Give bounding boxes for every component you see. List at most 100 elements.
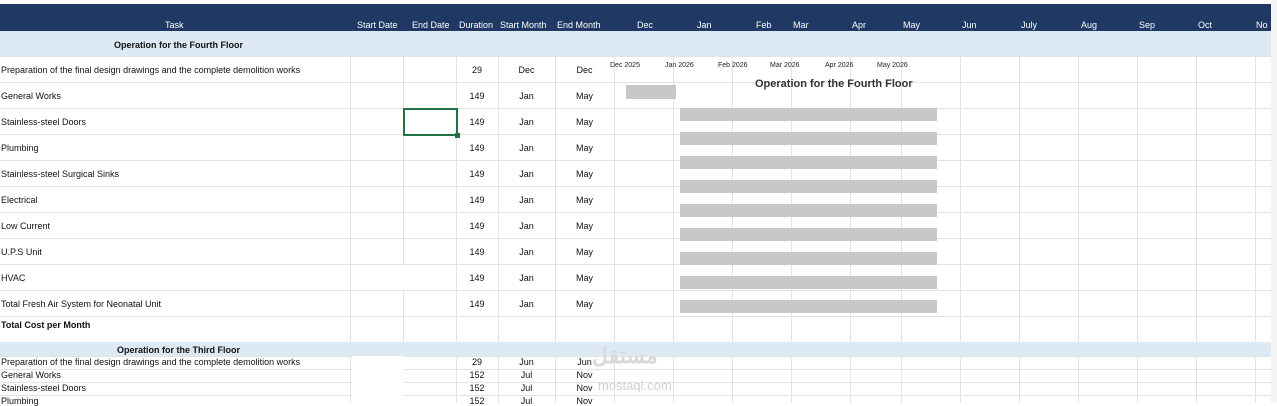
header-month-oct[interactable]: Oct [1198, 20, 1212, 30]
header-month-feb[interactable]: Feb [756, 20, 772, 30]
duration-cell[interactable]: 152 [456, 370, 498, 380]
start-month-cell[interactable]: Jan [498, 117, 555, 127]
grid-hline [0, 212, 1277, 213]
header-month-jan[interactable]: Jan [697, 20, 712, 30]
total-cost-label[interactable]: Total Cost per Month [1, 320, 90, 330]
header-month-apr[interactable]: Apr [852, 20, 866, 30]
task-cell[interactable]: Stainless-steel Doors [1, 383, 86, 393]
task-cell[interactable]: General Works [1, 370, 61, 380]
end-month-cell[interactable]: Nov [555, 396, 614, 406]
start-month-cell[interactable]: Jan [498, 273, 555, 283]
end-month-cell[interactable]: May [555, 117, 614, 127]
task-cell[interactable]: Low Current [1, 221, 50, 231]
task-cell[interactable]: HVAC [1, 273, 25, 283]
vertical-scrollbar[interactable] [1271, 0, 1277, 403]
gantt-bar[interactable] [680, 180, 937, 193]
header-duration[interactable]: Duration [459, 20, 493, 30]
task-cell[interactable]: Electrical [1, 195, 38, 205]
task-cell[interactable]: General Works [1, 91, 61, 101]
chart-axis-label: Dec 2025 [610, 62, 640, 69]
task-cell[interactable]: Preparation of the final design drawings… [1, 357, 300, 367]
start-month-cell[interactable]: Jan [498, 299, 555, 309]
end-month-cell[interactable]: May [555, 91, 614, 101]
start-month-cell[interactable]: Jan [498, 221, 555, 231]
gantt-bar[interactable] [626, 85, 676, 99]
duration-cell[interactable]: 149 [456, 247, 498, 257]
spreadsheet[interactable]: Task Start Date End Date Duration Start … [0, 0, 1277, 406]
duration-cell[interactable]: 149 [456, 299, 498, 309]
duration-cell[interactable]: 149 [456, 117, 498, 127]
header-task[interactable]: Task [165, 20, 184, 30]
gantt-bar[interactable] [680, 132, 937, 145]
header-start-month[interactable]: Start Month [500, 20, 547, 30]
header-month-may[interactable]: May [903, 20, 920, 30]
start-month-cell[interactable]: Jan [498, 143, 555, 153]
header-end-date[interactable]: End Date [412, 20, 450, 30]
task-cell[interactable]: U.P.S Unit [1, 247, 42, 257]
gantt-bar[interactable] [680, 204, 937, 217]
header-month-dec[interactable]: Dec [637, 20, 653, 30]
start-month-cell[interactable]: Jan [498, 169, 555, 179]
watermark-url: mostaql.com [598, 378, 672, 393]
task-cell[interactable]: Preparation of the final design drawings… [1, 65, 300, 75]
header-start-date[interactable]: Start Date [357, 20, 398, 30]
grid-hline [0, 238, 1277, 239]
header-month-july[interactable]: July [1021, 20, 1037, 30]
header-end-month[interactable]: End Month [557, 20, 601, 30]
gantt-bar[interactable] [680, 156, 937, 169]
start-month-cell[interactable]: Jun [498, 357, 555, 367]
gantt-bar[interactable] [680, 228, 937, 241]
duration-cell[interactable]: 152 [456, 396, 498, 406]
grid-hline [0, 395, 1277, 396]
task-cell[interactable]: Stainless-steel Doors [1, 117, 86, 127]
duration-cell[interactable]: 149 [456, 169, 498, 179]
header-month-mar[interactable]: Mar [793, 20, 809, 30]
grid-hline [0, 186, 1277, 187]
section-header-fourth-floor[interactable]: Operation for the Fourth Floor [0, 31, 1277, 56]
start-month-cell[interactable]: Jan [498, 195, 555, 205]
chart-axis-label: Jan 2026 [665, 62, 694, 69]
duration-cell[interactable]: 149 [456, 143, 498, 153]
grid-hline [0, 290, 1277, 291]
header-month-aug[interactable]: Aug [1081, 20, 1097, 30]
duration-cell[interactable]: 149 [456, 273, 498, 283]
end-month-cell[interactable]: May [555, 195, 614, 205]
start-month-cell[interactable]: Jul [498, 383, 555, 393]
header-month-sep[interactable]: Sep [1139, 20, 1155, 30]
redaction [352, 266, 404, 290]
end-month-cell[interactable]: May [555, 299, 614, 309]
end-month-cell[interactable]: May [555, 143, 614, 153]
watermark-logo: مستقل [592, 343, 658, 368]
header-month-jun[interactable]: Jun [962, 20, 977, 30]
gantt-bar[interactable] [680, 276, 937, 289]
header-month-nov[interactable]: No [1256, 20, 1268, 30]
selected-cell[interactable] [403, 108, 460, 138]
duration-cell[interactable]: 149 [456, 91, 498, 101]
start-month-cell[interactable]: Jan [498, 247, 555, 257]
end-month-cell[interactable]: May [555, 247, 614, 257]
duration-cell[interactable]: 149 [456, 195, 498, 205]
task-cell[interactable]: Stainless-steel Surgical Sinks [1, 169, 119, 179]
end-month-cell[interactable]: May [555, 169, 614, 179]
grid-hline [0, 160, 1277, 161]
chart-axis-label: Feb 2026 [718, 62, 748, 69]
gantt-bar[interactable] [680, 108, 937, 121]
start-month-cell[interactable]: Jul [498, 396, 555, 406]
duration-cell[interactable]: 29 [456, 65, 498, 75]
duration-cell[interactable]: 29 [456, 357, 498, 367]
section-title-third: Operation for the Third Floor [117, 345, 240, 355]
duration-cell[interactable]: 149 [456, 221, 498, 231]
gantt-bar[interactable] [680, 252, 937, 265]
grid-hline [0, 264, 1277, 265]
end-month-cell[interactable]: May [555, 273, 614, 283]
start-month-cell[interactable]: Jan [498, 91, 555, 101]
end-month-cell[interactable]: Dec [555, 65, 614, 75]
task-cell[interactable]: Plumbing [1, 396, 39, 406]
start-month-cell[interactable]: Jul [498, 370, 555, 380]
start-month-cell[interactable]: Dec [498, 65, 555, 75]
task-cell[interactable]: Plumbing [1, 143, 39, 153]
gantt-bar[interactable] [680, 300, 937, 313]
end-month-cell[interactable]: May [555, 221, 614, 231]
task-cell[interactable]: Total Fresh Air System for Neonatal Unit [1, 299, 161, 309]
duration-cell[interactable]: 152 [456, 383, 498, 393]
